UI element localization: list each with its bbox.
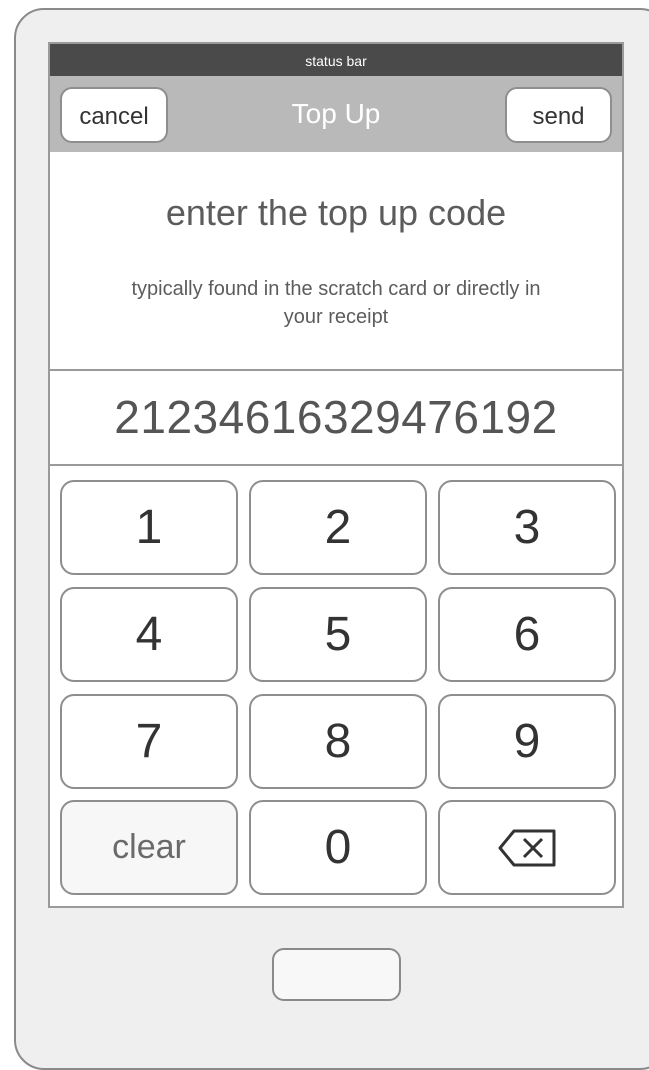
- key-9[interactable]: 9: [438, 694, 616, 789]
- send-button[interactable]: send: [505, 87, 612, 143]
- backspace-icon: [498, 829, 556, 867]
- home-button[interactable]: [272, 948, 401, 1001]
- backspace-key[interactable]: [438, 800, 616, 895]
- key-6[interactable]: 6: [438, 587, 616, 682]
- key-3[interactable]: 3: [438, 480, 616, 575]
- key-5[interactable]: 5: [249, 587, 427, 682]
- key-2[interactable]: 2: [249, 480, 427, 575]
- prompt-heading: enter the top up code: [165, 192, 507, 233]
- phone-screen: status bar Top Up cancel send enter the …: [48, 42, 624, 908]
- nav-bar: Top Up cancel send: [50, 76, 622, 152]
- code-field[interactable]: 21234616329476192: [50, 369, 622, 466]
- prompt-subtext: typically found in the scratch card or d…: [131, 278, 541, 328]
- status-bar: status bar: [50, 44, 622, 76]
- prompt-section: enter the top up code typically found in…: [50, 152, 622, 370]
- clear-key[interactable]: clear: [60, 800, 238, 895]
- key-0[interactable]: 0: [249, 800, 427, 895]
- key-4[interactable]: 4: [60, 587, 238, 682]
- key-7[interactable]: 7: [60, 694, 238, 789]
- key-8[interactable]: 8: [249, 694, 427, 789]
- keypad: 1 2 3 4 5 6 7 8 9 clear 0: [50, 466, 622, 906]
- key-1[interactable]: 1: [60, 480, 238, 575]
- cancel-button[interactable]: cancel: [60, 87, 168, 143]
